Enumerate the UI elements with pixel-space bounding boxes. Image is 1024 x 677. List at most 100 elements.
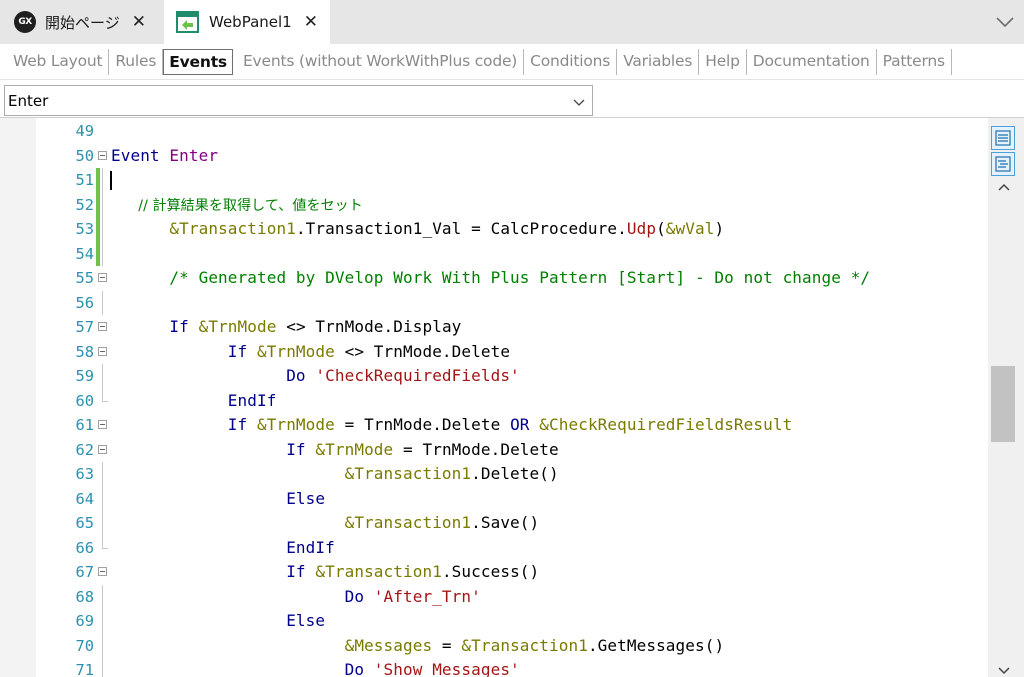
code-line[interactable]: 59 Do 'CheckRequiredFields' (0, 364, 1024, 389)
code-line[interactable]: 66 EndIf (0, 535, 1024, 561)
tab-webpanel1-label: WebPanel1 (209, 13, 292, 31)
tab-documentation[interactable]: Documentation (747, 49, 877, 75)
code-line[interactable]: 61 If &TrnMode = TrnMode.Delete OR &Chec… (0, 413, 1024, 438)
line-number: 68 (75, 587, 94, 606)
scrollbar-thumb[interactable] (991, 366, 1015, 442)
fold-guide (102, 192, 103, 217)
code-line[interactable]: 62 If &TrnMode = TrnMode.Delete (0, 438, 1024, 463)
tab-start-page[interactable]: GX 開始ページ ✕ (0, 0, 164, 44)
code-line[interactable]: 57 If &TrnMode <> TrnMode.Display (0, 315, 1024, 340)
code-line[interactable]: 65 &Transaction1.Save() (0, 511, 1024, 536)
line-number: 49 (75, 122, 94, 140)
line-number: 69 (75, 612, 94, 630)
fold-guide (102, 584, 103, 609)
line-number: 54 (75, 244, 94, 263)
code-text: &Transaction1.Save() (344, 513, 540, 532)
code-line[interactable]: 56 (0, 290, 1024, 315)
close-icon[interactable]: ✕ (132, 14, 148, 31)
code-text: Do 'Show Messages' (344, 660, 520, 677)
fold-toggle-icon[interactable] (98, 273, 107, 282)
tab-start-page-label: 開始ページ (45, 13, 120, 32)
tab-events[interactable]: Events (163, 49, 233, 75)
code-line[interactable]: 55 /* Generated by DVelop Work With Plus… (0, 266, 1024, 291)
line-number: 53 (75, 220, 94, 238)
code-text: /* Generated by DVelop Work With Plus Pa… (111, 268, 871, 287)
tab-webpanel1[interactable]: WebPanel1 ✕ (164, 0, 330, 44)
line-number: 63 (75, 465, 94, 483)
line-number: 65 (75, 514, 94, 532)
fold-toggle-icon[interactable] (98, 420, 107, 429)
code-text: &Transaction1.Transaction1_Val = CalcPro… (169, 219, 725, 238)
object-part-tabs: Web Layout Rules Events Events (without … (0, 44, 1024, 80)
tab-web-layout[interactable]: Web Layout (7, 49, 110, 75)
code-text: Do 'CheckRequiredFields' (286, 366, 520, 385)
line-number: 52 (75, 195, 94, 214)
code-line[interactable]: 60 EndIf (0, 388, 1024, 414)
split-view-icon[interactable] (991, 152, 1015, 176)
line-number: 59 (75, 367, 94, 385)
tab-events-without-workwithplus[interactable]: Events (without WorkWithPlus code) (237, 49, 525, 75)
scroll-down-icon[interactable] (996, 664, 1012, 676)
code-line[interactable]: 68 Do 'After_Trn' (0, 584, 1024, 609)
code-text: If &Transaction1.Success() (286, 562, 540, 581)
code-text: &Messages = &Transaction1.GetMessages() (344, 635, 725, 655)
close-icon[interactable]: ✕ (304, 14, 320, 31)
code-line[interactable]: 70 &Messages = &Transaction1.GetMessages… (0, 633, 1024, 658)
outline-view-icon[interactable] (991, 126, 1015, 150)
tab-patterns[interactable]: Patterns (877, 49, 952, 75)
code-text: EndIf (227, 390, 277, 410)
changed-line-marker (96, 217, 100, 242)
fold-guide (102, 511, 103, 536)
code-line[interactable]: 53 &Transaction1.Transaction1_Val = Calc… (0, 217, 1024, 242)
fold-toggle-icon[interactable] (98, 150, 107, 160)
event-selector-dropdown[interactable]: Enter (4, 85, 593, 116)
fold-guide (102, 241, 103, 266)
fold-guide (102, 486, 103, 511)
code-text: Else (286, 488, 326, 508)
code-line[interactable]: 54 (0, 241, 1024, 266)
code-line[interactable]: 49 (0, 119, 1024, 144)
tab-overflow-chevron-icon[interactable] (994, 12, 1016, 32)
tab-rules[interactable]: Rules (109, 49, 164, 75)
scroll-up-icon[interactable] (996, 180, 1012, 194)
code-text: If &TrnMode = TrnMode.Delete (286, 439, 559, 459)
line-number: 71 (75, 661, 94, 677)
fold-toggle-icon[interactable] (98, 322, 107, 331)
tab-variables[interactable]: Variables (617, 49, 700, 75)
code-text: Event Enter (111, 145, 219, 165)
fold-toggle-icon[interactable] (98, 444, 107, 454)
fold-end-marker (102, 388, 108, 402)
tab-conditions[interactable]: Conditions (524, 49, 618, 75)
chevron-down-icon (572, 95, 586, 107)
fold-end-marker (102, 535, 108, 549)
code-text: Else (286, 611, 326, 630)
tab-help[interactable]: Help (699, 49, 747, 75)
code-text: If &TrnMode <> TrnMode.Display (169, 317, 462, 336)
code-line[interactable]: 51 (0, 168, 1024, 193)
line-number: 64 (75, 489, 94, 508)
code-line[interactable]: 69 Else (0, 609, 1024, 634)
code-editor[interactable]: 49 50 Event Enter 51 52 // 計算結果を取得して、値をセット 53… (0, 117, 1024, 677)
code-line[interactable]: 52 // 計算結果を取得して、値をセット (0, 192, 1024, 217)
code-text: // 計算結果を取得して、値をセット (111, 197, 363, 214)
fold-toggle-icon[interactable] (98, 567, 107, 576)
fold-guide (102, 364, 103, 389)
changed-line-marker (96, 168, 100, 193)
code-line[interactable]: 64 Else (0, 486, 1024, 511)
line-number: 55 (75, 269, 94, 287)
line-number: 50 (75, 146, 94, 165)
line-number: 58 (75, 342, 94, 361)
line-number: 60 (75, 391, 94, 410)
code-line[interactable]: 50 Event Enter (0, 144, 1024, 169)
code-text: Do 'After_Trn' (344, 586, 481, 606)
code-line[interactable]: 67 If &Transaction1.Success() (0, 560, 1024, 585)
document-tab-strip: GX 開始ページ ✕ WebPanel1 ✕ (0, 0, 1024, 44)
genexus-logo-icon: GX (14, 11, 36, 33)
code-line[interactable]: 63 &Transaction1.Delete() (0, 462, 1024, 487)
line-number: 56 (75, 293, 94, 312)
text-caret (110, 171, 112, 190)
code-line[interactable]: 71 Do 'Show Messages' (0, 658, 1024, 677)
code-line[interactable]: 58 If &TrnMode <> TrnMode.Delete (0, 340, 1024, 365)
fold-toggle-icon[interactable] (98, 346, 107, 356)
code-text: If &TrnMode <> TrnMode.Delete (227, 341, 511, 361)
